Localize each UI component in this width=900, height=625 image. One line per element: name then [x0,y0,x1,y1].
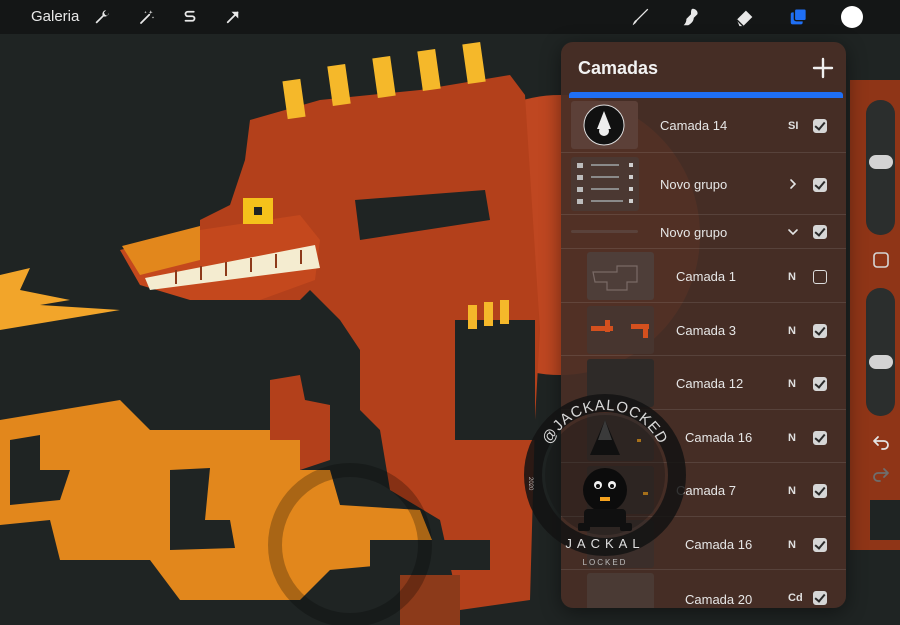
chevron-down-icon[interactable] [787,226,799,238]
blend-mode-label[interactable]: N [788,271,796,283]
transform-arrow-icon[interactable] [219,3,247,31]
layer-thumbnail [587,252,654,300]
visibility-checkbox[interactable] [813,431,827,445]
layer-thumbnail [587,573,654,608]
group-name: Novo grupo [660,177,728,192]
layers-panel: Camadas Camada 14 SI Novo grupo Novo gru… [561,42,846,608]
blend-mode-label[interactable]: Cd [788,592,803,604]
blend-mode-label[interactable]: SI [788,120,798,132]
smudge-icon[interactable] [677,3,705,31]
layer-row[interactable]: Camada 1 N [561,249,846,303]
layer-row[interactable]: Camada 3 N [561,303,846,356]
color-swatch[interactable] [841,6,863,28]
group-thumbnail [571,230,638,233]
visibility-checkbox[interactable] [813,119,827,133]
layer-thumbnail [587,306,654,354]
layer-row[interactable]: Camada 12 N [561,356,846,410]
visibility-checkbox[interactable] [813,225,827,239]
visibility-checkbox[interactable] [813,377,827,391]
layer-name: Camada 3 [676,323,736,338]
layer-name: Camada 20 [685,592,753,607]
layer-thumbnail [587,413,654,461]
eraser-icon[interactable] [731,3,759,31]
top-toolbar: Galeria [0,0,900,34]
selection-s-icon[interactable] [176,3,204,31]
undo-icon[interactable] [871,432,891,452]
layer-row[interactable]: Camada 16 N [561,517,846,570]
layers-panel-title: Camadas [578,58,659,78]
layers-icon[interactable] [785,3,813,31]
visibility-checkbox[interactable] [813,538,827,552]
layer-row[interactable]: Camada 14 SI [561,98,846,153]
layer-name: Camada 1 [676,269,736,284]
blend-mode-label[interactable]: N [788,485,796,497]
visibility-checkbox[interactable] [813,591,827,605]
visibility-checkbox[interactable] [813,270,827,284]
layer-row[interactable]: Camada 7 N [561,463,846,517]
layer-thumbnail [587,520,654,568]
blend-mode-label[interactable]: N [788,539,796,551]
brush-size-knob[interactable] [869,155,893,169]
magic-wand-icon[interactable] [133,3,161,31]
blend-mode-label[interactable]: N [788,432,796,444]
layer-row[interactable]: Camada 20 Cd [561,570,846,608]
blend-mode-label[interactable]: N [788,325,796,337]
layer-name: Camada 12 [676,376,744,391]
layer-name: Camada 16 [685,430,753,445]
group-name: Novo grupo [660,225,728,240]
visibility-checkbox[interactable] [813,484,827,498]
group-thumbnail [571,157,639,211]
layer-name: Camada 7 [676,483,736,498]
chevron-right-icon[interactable] [787,178,799,190]
layer-group-row[interactable]: Novo grupo [561,153,846,215]
wrench-icon[interactable] [88,3,116,31]
brush-icon[interactable] [626,3,654,31]
layer-group-row[interactable]: Novo grupo [561,215,846,249]
layer-name: Camada 16 [685,537,753,552]
opacity-knob[interactable] [869,355,893,369]
blend-mode-label[interactable]: N [788,378,796,390]
visibility-checkbox[interactable] [813,324,827,338]
plus-icon[interactable] [811,56,835,80]
layer-thumbnail [571,101,638,149]
layer-name: Camada 14 [660,118,728,133]
visibility-checkbox[interactable] [813,178,827,192]
layer-thumbnail [587,466,654,514]
opacity-slider[interactable] [866,288,895,416]
modify-square-icon[interactable] [871,250,891,270]
redo-icon[interactable] [871,464,891,484]
layer-thumbnail [587,359,654,407]
layer-row[interactable]: Camada 16 N [561,410,846,463]
gallery-button[interactable]: Galeria [31,8,79,25]
